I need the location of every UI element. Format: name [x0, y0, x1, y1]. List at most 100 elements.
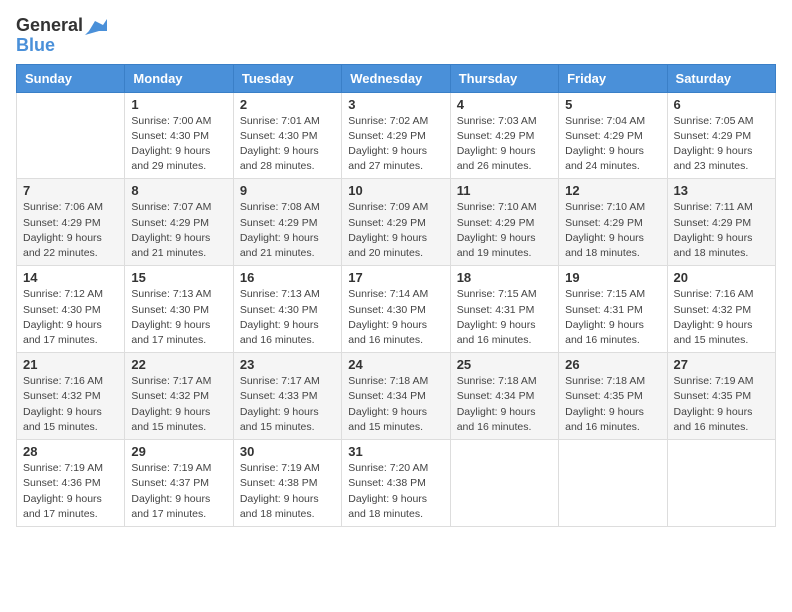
day-number: 17 [348, 270, 443, 285]
day-number: 13 [674, 183, 769, 198]
day-info: Sunrise: 7:13 AM Sunset: 4:30 PM Dayligh… [240, 287, 335, 348]
day-info: Sunrise: 7:13 AM Sunset: 4:30 PM Dayligh… [131, 287, 226, 348]
calendar-cell: 8 Sunrise: 7:07 AM Sunset: 4:29 PM Daylig… [125, 179, 233, 266]
calendar-cell: 16 Sunrise: 7:13 AM Sunset: 4:30 PM Dayli… [233, 266, 341, 353]
calendar-cell: 28 Sunrise: 7:19 AM Sunset: 4:36 PM Dayli… [17, 440, 125, 527]
day-info: Sunrise: 7:03 AM Sunset: 4:29 PM Dayligh… [457, 114, 552, 175]
calendar-week-row: 21Sunrise: 7:16 AM Sunset: 4:32 PM Dayli… [17, 353, 776, 440]
day-info: Sunrise: 7:14 AM Sunset: 4:30 PM Dayligh… [348, 287, 443, 348]
day-number: 29 [131, 444, 226, 459]
day-info: Sunrise: 7:18 AM Sunset: 4:34 PM Dayligh… [457, 374, 552, 435]
calendar-cell: 22 Sunrise: 7:17 AM Sunset: 4:32 PM Dayli… [125, 353, 233, 440]
calendar-cell: 7 Sunrise: 7:06 AM Sunset: 4:29 PM Daylig… [17, 179, 125, 266]
calendar-cell: 19 Sunrise: 7:15 AM Sunset: 4:31 PM Dayli… [559, 266, 667, 353]
logo-general-text: General [16, 16, 83, 36]
calendar-cell: 4 Sunrise: 7:03 AM Sunset: 4:29 PM Daylig… [450, 92, 558, 179]
day-number: 7 [23, 183, 118, 198]
day-info: Sunrise: 7:01 AM Sunset: 4:30 PM Dayligh… [240, 114, 335, 175]
calendar-cell: 24 Sunrise: 7:18 AM Sunset: 4:34 PM Dayli… [342, 353, 450, 440]
day-number: 4 [457, 97, 552, 112]
day-number: 11 [457, 183, 552, 198]
calendar-cell: 12 Sunrise: 7:10 AM Sunset: 4:29 PM Dayli… [559, 179, 667, 266]
calendar-cell: 13 Sunrise: 7:11 AM Sunset: 4:29 PM Dayli… [667, 179, 775, 266]
calendar-cell: 6Sunrise: 7:05 AM Sunset: 4:29 PM Daylig… [667, 92, 775, 179]
weekday-header-thursday: Thursday [450, 64, 558, 92]
calendar-cell: 14Sunrise: 7:12 AM Sunset: 4:30 PM Dayli… [17, 266, 125, 353]
day-number: 20 [674, 270, 769, 285]
calendar-cell: 23Sunrise: 7:17 AM Sunset: 4:33 PM Dayli… [233, 353, 341, 440]
calendar-cell: 29 Sunrise: 7:19 AM Sunset: 4:37 PM Dayli… [125, 440, 233, 527]
day-number: 3 [348, 97, 443, 112]
calendar-cell: 9 Sunrise: 7:08 AM Sunset: 4:29 PM Daylig… [233, 179, 341, 266]
day-number: 24 [348, 357, 443, 372]
weekday-header-monday: Monday [125, 64, 233, 92]
weekday-header-wednesday: Wednesday [342, 64, 450, 92]
day-info: Sunrise: 7:04 AM Sunset: 4:29 PM Dayligh… [565, 114, 660, 175]
day-number: 18 [457, 270, 552, 285]
logo: General Blue [16, 16, 107, 56]
day-info: Sunrise: 7:09 AM Sunset: 4:29 PM Dayligh… [348, 200, 443, 261]
calendar-cell [667, 440, 775, 527]
day-info: Sunrise: 7:10 AM Sunset: 4:29 PM Dayligh… [565, 200, 660, 261]
calendar-cell: 1Sunrise: 7:00 AM Sunset: 4:30 PM Daylig… [125, 92, 233, 179]
day-number: 19 [565, 270, 660, 285]
day-info: Sunrise: 7:07 AM Sunset: 4:29 PM Dayligh… [131, 200, 226, 261]
day-number: 25 [457, 357, 552, 372]
logo-blue-text: Blue [16, 36, 55, 56]
weekday-header-tuesday: Tuesday [233, 64, 341, 92]
calendar-cell: 3 Sunrise: 7:02 AM Sunset: 4:29 PM Daylig… [342, 92, 450, 179]
day-info: Sunrise: 7:15 AM Sunset: 4:31 PM Dayligh… [565, 287, 660, 348]
calendar-cell: 5 Sunrise: 7:04 AM Sunset: 4:29 PM Daylig… [559, 92, 667, 179]
day-number: 16 [240, 270, 335, 285]
day-info: Sunrise: 7:19 AM Sunset: 4:36 PM Dayligh… [23, 461, 118, 522]
calendar-cell [17, 92, 125, 179]
calendar-cell [559, 440, 667, 527]
calendar-cell: 21Sunrise: 7:16 AM Sunset: 4:32 PM Dayli… [17, 353, 125, 440]
calendar-week-row: 14Sunrise: 7:12 AM Sunset: 4:30 PM Dayli… [17, 266, 776, 353]
calendar-cell: 30 Sunrise: 7:19 AM Sunset: 4:38 PM Dayli… [233, 440, 341, 527]
day-number: 30 [240, 444, 335, 459]
calendar-cell: 26Sunrise: 7:18 AM Sunset: 4:35 PM Dayli… [559, 353, 667, 440]
day-number: 2 [240, 97, 335, 112]
day-info: Sunrise: 7:19 AM Sunset: 4:35 PM Dayligh… [674, 374, 769, 435]
calendar-cell: 20 Sunrise: 7:16 AM Sunset: 4:32 PM Dayli… [667, 266, 775, 353]
day-number: 31 [348, 444, 443, 459]
day-info: Sunrise: 7:17 AM Sunset: 4:32 PM Dayligh… [131, 374, 226, 435]
day-info: Sunrise: 7:08 AM Sunset: 4:29 PM Dayligh… [240, 200, 335, 261]
day-info: Sunrise: 7:02 AM Sunset: 4:29 PM Dayligh… [348, 114, 443, 175]
weekday-header-row: SundayMondayTuesdayWednesdayThursdayFrid… [17, 64, 776, 92]
calendar-cell: 17 Sunrise: 7:14 AM Sunset: 4:30 PM Dayli… [342, 266, 450, 353]
calendar-week-row: 28 Sunrise: 7:19 AM Sunset: 4:36 PM Dayli… [17, 440, 776, 527]
calendar-cell: 31 Sunrise: 7:20 AM Sunset: 4:38 PM Dayli… [342, 440, 450, 527]
calendar-cell: 18Sunrise: 7:15 AM Sunset: 4:31 PM Dayli… [450, 266, 558, 353]
day-info: Sunrise: 7:11 AM Sunset: 4:29 PM Dayligh… [674, 200, 769, 261]
day-number: 27 [674, 357, 769, 372]
logo-bird-icon [85, 17, 107, 35]
calendar-cell: 15Sunrise: 7:13 AM Sunset: 4:30 PM Dayli… [125, 266, 233, 353]
day-info: Sunrise: 7:19 AM Sunset: 4:37 PM Dayligh… [131, 461, 226, 522]
day-info: Sunrise: 7:00 AM Sunset: 4:30 PM Dayligh… [131, 114, 226, 175]
day-number: 8 [131, 183, 226, 198]
day-number: 21 [23, 357, 118, 372]
calendar-week-row: 1Sunrise: 7:00 AM Sunset: 4:30 PM Daylig… [17, 92, 776, 179]
day-info: Sunrise: 7:05 AM Sunset: 4:29 PM Dayligh… [674, 114, 769, 175]
weekday-header-friday: Friday [559, 64, 667, 92]
day-number: 12 [565, 183, 660, 198]
calendar-cell: 27 Sunrise: 7:19 AM Sunset: 4:35 PM Dayli… [667, 353, 775, 440]
calendar-table: SundayMondayTuesdayWednesdayThursdayFrid… [16, 64, 776, 527]
day-info: Sunrise: 7:06 AM Sunset: 4:29 PM Dayligh… [23, 200, 118, 261]
day-number: 9 [240, 183, 335, 198]
day-number: 5 [565, 97, 660, 112]
calendar-week-row: 7 Sunrise: 7:06 AM Sunset: 4:29 PM Daylig… [17, 179, 776, 266]
calendar-cell: 25 Sunrise: 7:18 AM Sunset: 4:34 PM Dayli… [450, 353, 558, 440]
calendar-cell [450, 440, 558, 527]
day-info: Sunrise: 7:18 AM Sunset: 4:34 PM Dayligh… [348, 374, 443, 435]
day-info: Sunrise: 7:20 AM Sunset: 4:38 PM Dayligh… [348, 461, 443, 522]
day-info: Sunrise: 7:19 AM Sunset: 4:38 PM Dayligh… [240, 461, 335, 522]
weekday-header-saturday: Saturday [667, 64, 775, 92]
day-number: 22 [131, 357, 226, 372]
day-info: Sunrise: 7:16 AM Sunset: 4:32 PM Dayligh… [674, 287, 769, 348]
day-number: 10 [348, 183, 443, 198]
day-number: 28 [23, 444, 118, 459]
calendar-cell: 2 Sunrise: 7:01 AM Sunset: 4:30 PM Daylig… [233, 92, 341, 179]
